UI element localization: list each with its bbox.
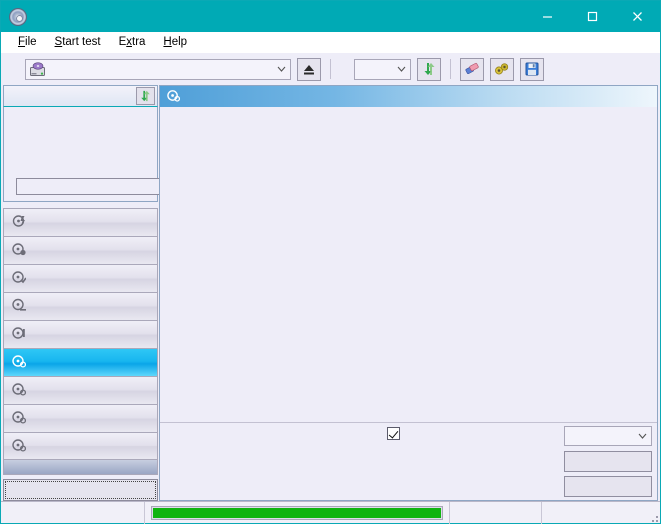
disc-refresh-icon[interactable]: [136, 87, 155, 105]
status-text: [1, 502, 144, 524]
start-full-button[interactable]: [564, 451, 652, 472]
menu-file[interactable]: File: [9, 35, 46, 49]
toolbar-separator-1: [330, 59, 331, 79]
menu-extra[interactable]: Extra: [110, 35, 155, 49]
resize-grip-icon[interactable]: [648, 502, 660, 524]
speed-select[interactable]: [354, 58, 411, 80]
toolbar-separator-2: [450, 59, 451, 79]
content-panel: [159, 85, 658, 501]
create-disc-icon: [12, 242, 26, 259]
menu-start-test[interactable]: Start test: [46, 35, 110, 49]
disc-quality-icon: [167, 89, 181, 105]
app-disc-icon: [9, 7, 27, 26]
progress-bar: [151, 505, 443, 520]
save-button[interactable]: [520, 57, 544, 81]
main-body: [1, 85, 660, 501]
disc-row-length: [10, 142, 152, 158]
quality-chart-top: [160, 107, 657, 262]
progress-fill: [153, 507, 441, 518]
charts-area: [160, 107, 657, 422]
status-bar: [1, 501, 660, 524]
sidebar-item-transfer-rate[interactable]: [3, 208, 158, 236]
chevron-down-icon[interactable]: [393, 66, 410, 72]
chart-bottom-svg: [160, 262, 660, 410]
fe-te-icon: [12, 410, 27, 427]
title-bar: [1, 1, 660, 32]
maximize-icon[interactable]: [570, 1, 615, 32]
disc-row-mid: [10, 126, 152, 142]
test-speed-select[interactable]: [564, 426, 652, 446]
sidebar-item-disc-quality[interactable]: [3, 348, 158, 376]
window-controls: [525, 1, 660, 32]
minimize-icon[interactable]: [525, 1, 570, 32]
start-part-button[interactable]: [564, 476, 652, 497]
menu-help[interactable]: Help: [154, 35, 196, 49]
content-header: [160, 86, 657, 107]
disc-label-row: [10, 175, 219, 197]
drive-toolbar: [1, 53, 660, 85]
sidebar-item-extra-tests[interactable]: [3, 432, 158, 460]
menu-bar: File Start test Extra Help: [1, 32, 660, 53]
sidebar-item-fe-te[interactable]: [3, 404, 158, 432]
stats-panel: [160, 422, 657, 500]
transfer-rate-icon: [12, 214, 26, 231]
erase-button[interactable]: [460, 57, 484, 81]
progress-cell: [144, 501, 449, 524]
sidebar-item-drive-info[interactable]: [3, 292, 158, 320]
progress-percent: [449, 501, 541, 524]
disc-panel-header: [3, 85, 158, 107]
disc-quality-icon: [12, 354, 27, 371]
settings-button[interactable]: [490, 57, 514, 81]
sidebar: [1, 85, 219, 501]
refresh-button[interactable]: [417, 57, 441, 81]
cd-bler-icon: [12, 382, 27, 399]
sidebar-item-create-test-disc[interactable]: [3, 236, 158, 264]
eject-button[interactable]: [297, 57, 321, 81]
sidebar-item-disc-info[interactable]: [3, 320, 158, 348]
quality-chart-bottom: [160, 262, 657, 410]
drive-info-icon: [12, 298, 26, 315]
status-window-button[interactable]: [3, 479, 158, 501]
verify-disc-icon: [12, 270, 27, 287]
drive-select[interactable]: [25, 58, 291, 80]
disc-row-type: [10, 110, 152, 126]
jitter-checkbox[interactable]: [387, 427, 400, 440]
disc-info-panel: [3, 107, 219, 202]
chevron-down-icon[interactable]: [273, 66, 290, 72]
disc-info-icon: [12, 326, 26, 343]
elapsed-time: [541, 501, 648, 524]
nav-filler: [3, 460, 158, 475]
app-window: File Start test Extra Help: [0, 0, 661, 524]
close-icon[interactable]: [615, 1, 660, 32]
drive-icon: [30, 62, 45, 76]
extra-tests-icon: [12, 438, 27, 455]
chevron-down-icon[interactable]: [634, 433, 651, 439]
chart-top-svg: [160, 107, 660, 262]
disc-row-contents: [10, 158, 152, 174]
nav-list: [3, 208, 158, 460]
sidebar-item-cd-bler[interactable]: [3, 376, 158, 404]
sidebar-item-verify-test-disc[interactable]: [3, 264, 158, 292]
